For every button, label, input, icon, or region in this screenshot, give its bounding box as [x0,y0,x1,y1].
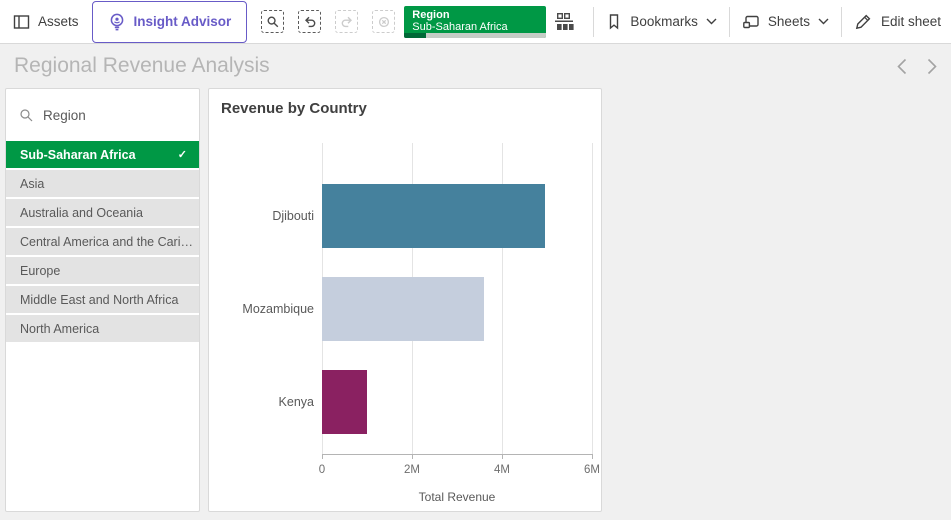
region-list-item-label: Sub-Saharan Africa [20,148,136,162]
selection-progress-fill [404,33,425,38]
axis-tick [592,454,593,459]
category-label: Mozambique [212,301,314,317]
sheets-label: Sheets [768,14,810,29]
pencil-icon [854,13,873,31]
chevron-down-icon [706,18,717,25]
toolbar-right-group: Bookmarks Sheets Edit sheet [547,7,941,37]
toolbar-divider [729,7,730,37]
bar-kenya[interactable] [322,370,367,434]
toolbar-divider [593,7,594,37]
redo-selection-icon[interactable] [335,10,358,33]
region-filter-header[interactable]: Region [6,89,199,141]
region-list-item-label: Middle East and North Africa [20,293,178,307]
chevron-down-icon [818,18,829,25]
region-list-item[interactable]: Australia and Oceania [6,199,199,226]
sheet-content: Region Sub-Saharan Africa ✓ Asia Australia … [0,88,951,520]
axis-tick-label: 2M [392,464,432,476]
axis-tick-label: 0 [302,464,342,476]
bar-djibouti[interactable] [322,184,545,248]
next-sheet-icon[interactable] [927,58,937,75]
axis-tick-label: 4M [482,464,522,476]
region-list-item-label: Europe [20,264,60,278]
region-list: Sub-Saharan Africa ✓ Asia Australia and Oce… [6,141,199,342]
x-axis-line [322,454,592,455]
gridline [592,143,593,454]
category-label: Djibouti [212,208,314,224]
assets-panel-icon [13,14,30,30]
edit-sheet-button[interactable]: Edit sheet [854,13,941,31]
edit-sheet-label: Edit sheet [881,14,941,29]
selection-progress-bar [404,33,546,38]
previous-sheet-icon[interactable] [897,58,907,75]
region-list-item-label: Central America and the Cari… [20,235,193,249]
sheets-icon [742,14,760,30]
selections-tool-button[interactable] [547,12,581,31]
lightbulb-icon [108,12,126,31]
axis-tick [322,454,323,459]
undo-selection-icon[interactable] [298,10,321,33]
smart-search-icon[interactable] [261,10,284,33]
region-list-item[interactable]: Europe [6,257,199,284]
region-field-label: Region [43,108,86,123]
toolbar-divider [841,7,842,37]
bookmark-icon [606,13,622,30]
sheet-title-bar: Regional Revenue Analysis [0,44,951,88]
check-icon: ✓ [178,148,187,161]
chart-title: Revenue by Country [221,100,367,117]
category-label: Kenya [212,394,314,410]
sheet-title: Regional Revenue Analysis [0,54,270,78]
region-list-item[interactable]: Central America and the Cari… [6,228,199,255]
plot-area: Total Revenue 02M4M6MDjiboutiMozambiqueK… [322,143,592,454]
axis-tick [502,454,503,459]
axis-tick [412,454,413,459]
region-list-item-label: Asia [20,177,44,191]
search-icon [19,108,34,123]
assets-label: Assets [38,14,79,29]
insight-advisor-label: Insight Advisor [134,14,232,29]
bookmarks-button[interactable]: Bookmarks [606,13,717,30]
app-toolbar: Assets Insight Advisor Region Sub-Sahara… [0,0,951,44]
bookmarks-label: Bookmarks [630,14,698,29]
sheet-navigation [897,58,937,75]
bar-mozambique[interactable] [322,277,484,341]
selection-chip-field: Region [412,9,538,21]
sheets-button[interactable]: Sheets [742,14,829,30]
selections-tool-icon [553,12,575,31]
revenue-chart-card: Revenue by Country Total Revenue 02M4M6M… [208,88,602,512]
selection-actions [261,10,395,33]
clear-selections-icon[interactable] [372,10,395,33]
region-list-item[interactable]: Middle East and North Africa [6,286,199,313]
x-axis-title: Total Revenue [322,490,592,504]
region-filter-pane: Region Sub-Saharan Africa ✓ Asia Australia … [5,88,200,512]
region-list-item[interactable]: North America [6,315,199,342]
insight-advisor-button[interactable]: Insight Advisor [92,1,248,43]
region-list-item[interactable]: Asia [6,170,199,197]
assets-button[interactable]: Assets [13,14,79,30]
region-list-item[interactable]: Sub-Saharan Africa ✓ [6,141,199,168]
region-list-item-label: Australia and Oceania [20,206,143,220]
selection-chip-region[interactable]: Region Sub-Saharan Africa [404,6,546,38]
axis-tick-label: 6M [572,464,612,476]
region-list-item-label: North America [20,322,99,336]
